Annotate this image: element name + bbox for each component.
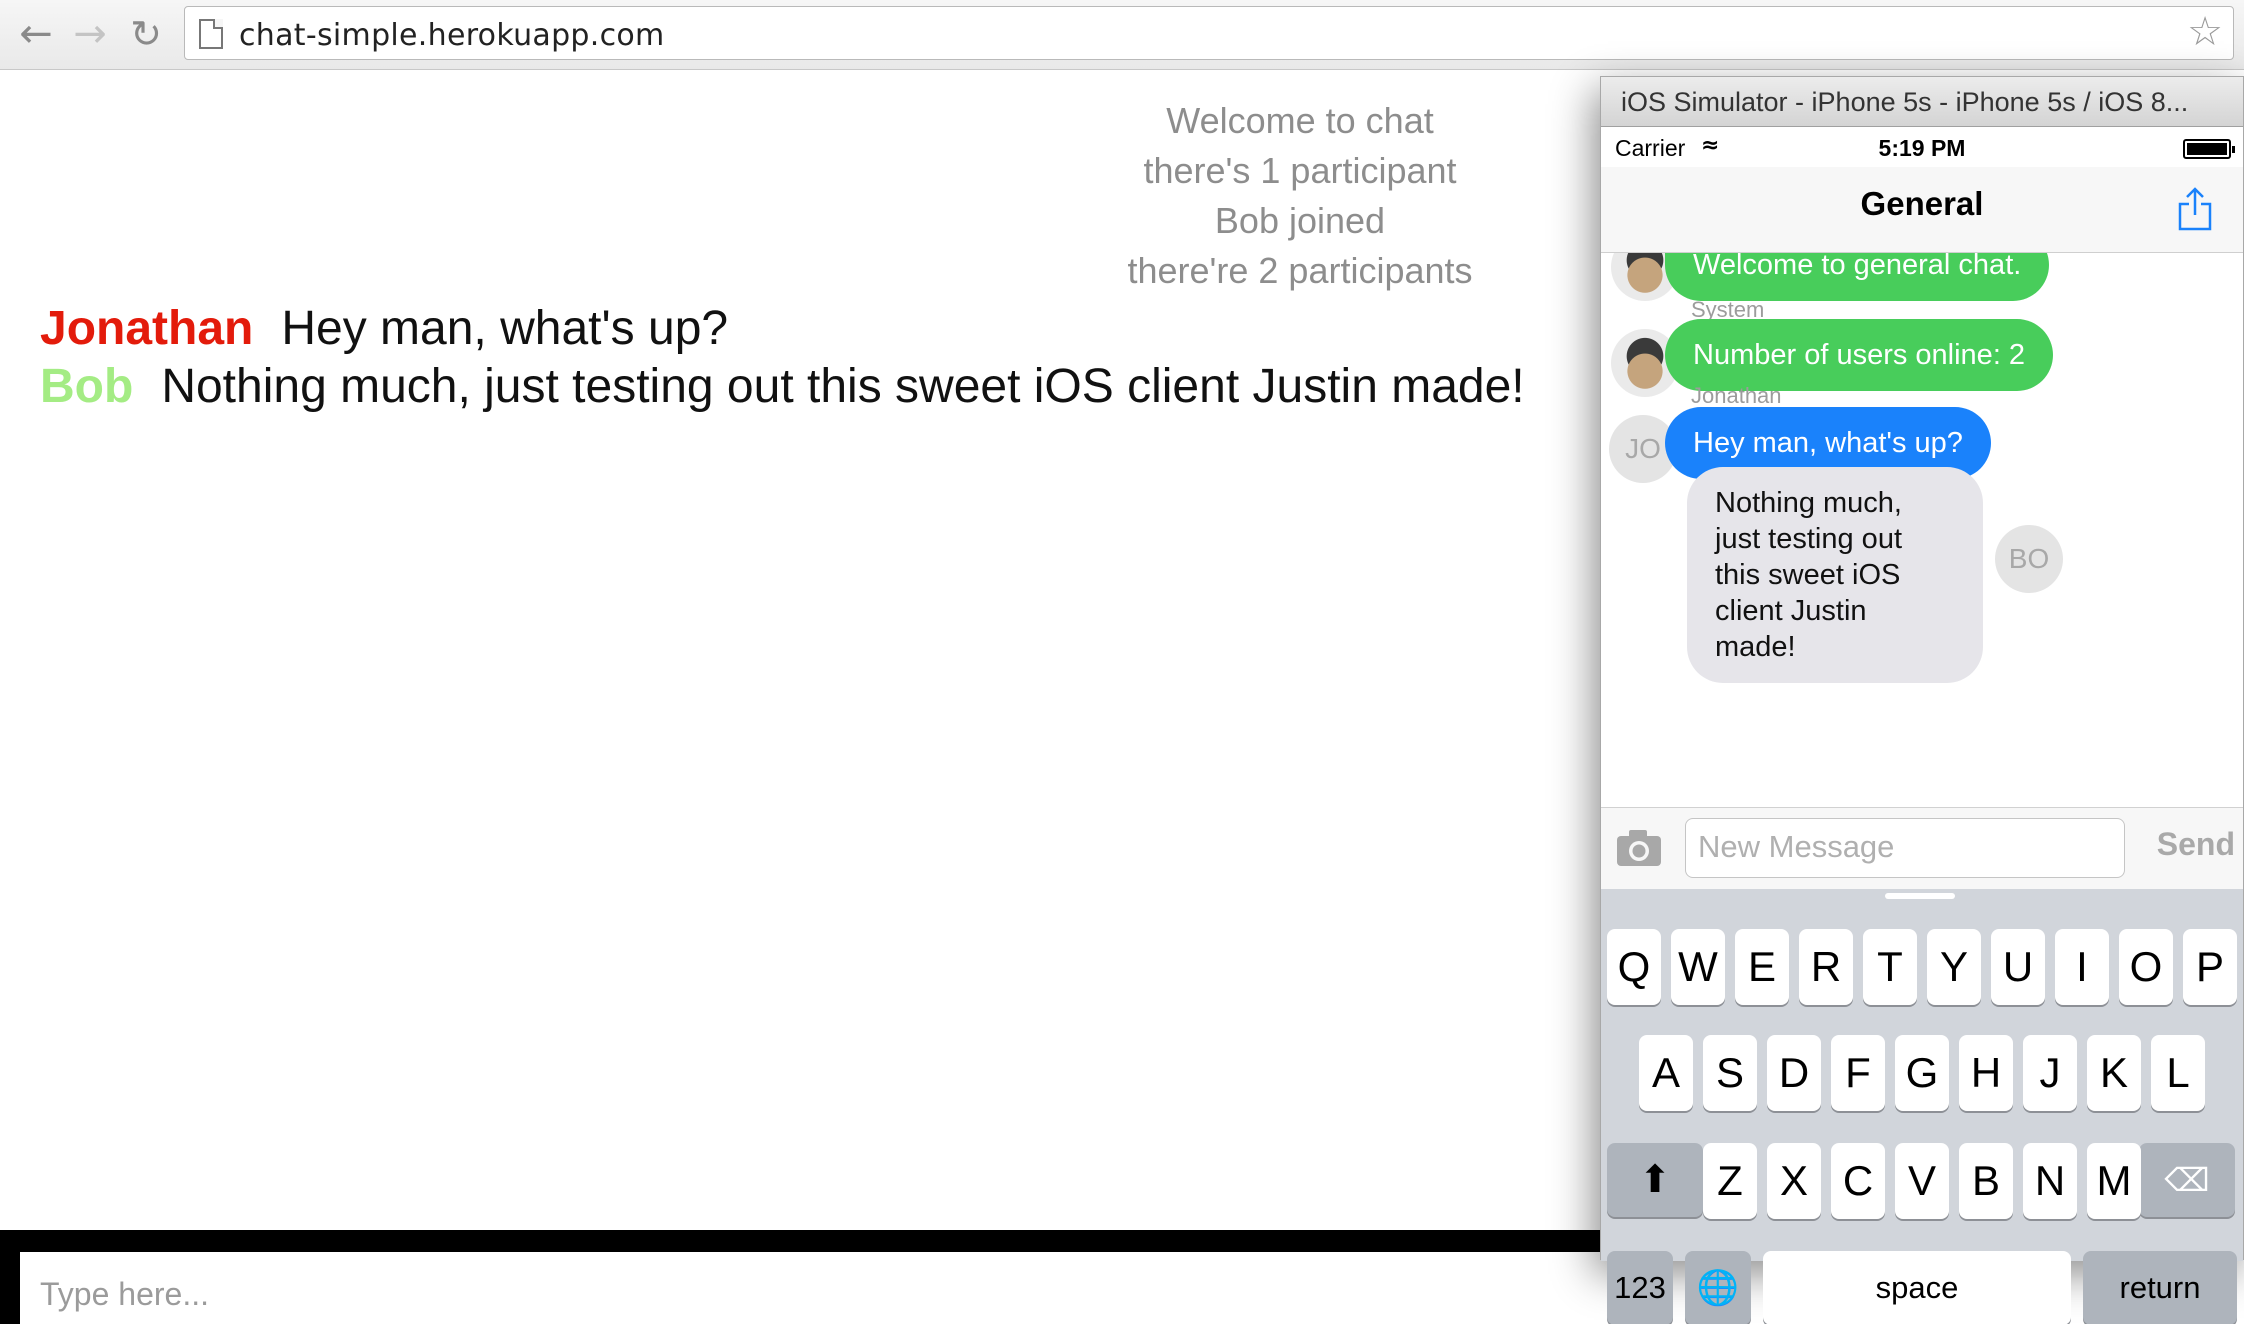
message-author: Bob bbox=[40, 360, 134, 413]
ios-keyboard: ⬆ ⌫ 123 🌐 space return QWERTYUIOP ASDFGHJ… bbox=[1601, 889, 2243, 1324]
key-c[interactable]: C bbox=[1831, 1143, 1885, 1219]
system-notice: there're 2 participants bbox=[1127, 250, 1473, 291]
key-o[interactable]: O bbox=[2119, 929, 2173, 1005]
url-text: chat-simple.herokuapp.com bbox=[239, 18, 665, 53]
message-list[interactable]: Welcome to general chat. System Number o… bbox=[1601, 253, 2243, 807]
send-button[interactable]: Send bbox=[2157, 826, 2235, 863]
system-notice: there's 1 participant bbox=[1143, 150, 1457, 191]
share-icon[interactable] bbox=[2177, 187, 2213, 231]
key-f[interactable]: F bbox=[1831, 1035, 1885, 1111]
simulator-title-bar[interactable]: iOS Simulator - iPhone 5s - iPhone 5s / … bbox=[1601, 77, 2243, 127]
reload-icon[interactable]: ↻ bbox=[122, 10, 170, 58]
key-b[interactable]: B bbox=[1959, 1143, 2013, 1219]
key-r[interactable]: R bbox=[1799, 929, 1853, 1005]
battery-icon bbox=[2183, 139, 2235, 159]
key-w[interactable]: W bbox=[1671, 929, 1725, 1005]
forward-arrow-icon[interactable]: → bbox=[66, 10, 114, 58]
status-time: 5:19 PM bbox=[1878, 135, 1966, 161]
key-t[interactable]: T bbox=[1863, 929, 1917, 1005]
chat-message: Bob Nothing much, just testing out this s… bbox=[40, 358, 1525, 416]
chat-message: Jonathan Hey man, what's up? bbox=[40, 300, 728, 358]
key-q[interactable]: Q bbox=[1607, 929, 1661, 1005]
key-l[interactable]: L bbox=[2151, 1035, 2205, 1111]
shift-key[interactable]: ⬆ bbox=[1607, 1143, 1703, 1217]
key-n[interactable]: N bbox=[2023, 1143, 2077, 1219]
key-m[interactable]: M bbox=[2087, 1143, 2141, 1219]
backspace-key[interactable]: ⌫ bbox=[2139, 1143, 2235, 1217]
key-z[interactable]: Z bbox=[1703, 1143, 1757, 1219]
avatar: BO bbox=[1995, 525, 2063, 593]
key-x[interactable]: X bbox=[1767, 1143, 1821, 1219]
key-h[interactable]: H bbox=[1959, 1035, 2013, 1111]
key-a[interactable]: A bbox=[1639, 1035, 1693, 1111]
space-key[interactable]: space bbox=[1763, 1251, 2071, 1324]
message-bubble[interactable]: Welcome to general chat. bbox=[1665, 253, 2050, 301]
return-key[interactable]: return bbox=[2083, 1251, 2237, 1324]
system-notice: Bob joined bbox=[1214, 200, 1386, 241]
key-u[interactable]: U bbox=[1991, 929, 2045, 1005]
browser-toolbar: ← → ↻ chat-simple.herokuapp.com ☆ bbox=[0, 0, 2244, 70]
address-bar[interactable]: chat-simple.herokuapp.com ☆ bbox=[184, 6, 2234, 60]
system-notices: Welcome to chat there's 1 participant Bo… bbox=[1040, 96, 1560, 296]
key-p[interactable]: P bbox=[2183, 929, 2237, 1005]
key-e[interactable]: E bbox=[1735, 929, 1789, 1005]
key-s[interactable]: S bbox=[1703, 1035, 1757, 1111]
camera-icon[interactable] bbox=[1615, 828, 1663, 868]
system-notice: Welcome to chat bbox=[1166, 100, 1434, 141]
message-input-bar: New Message Send bbox=[1601, 807, 2243, 889]
key-i[interactable]: I bbox=[2055, 929, 2109, 1005]
key-j[interactable]: J bbox=[2023, 1035, 2077, 1111]
ios-status-bar: Carrier ≈ 5:19 PM bbox=[1601, 127, 2243, 167]
key-k[interactable]: K bbox=[2087, 1035, 2141, 1111]
ios-nav-bar: General bbox=[1601, 167, 2243, 253]
new-message-input[interactable]: New Message bbox=[1685, 818, 2125, 878]
message-bubble[interactable]: Nothing much, just testing out this swee… bbox=[1687, 467, 1983, 683]
numbers-key[interactable]: 123 bbox=[1607, 1251, 1673, 1324]
key-y[interactable]: Y bbox=[1927, 929, 1981, 1005]
nav-title: General bbox=[1860, 185, 1984, 222]
page-icon bbox=[199, 19, 223, 49]
message-text: Hey man, what's up? bbox=[281, 302, 729, 355]
key-d[interactable]: D bbox=[1767, 1035, 1821, 1111]
message-bubble[interactable]: Number of users online: 2 bbox=[1665, 319, 2054, 391]
message-text: Nothing much, just testing out this swee… bbox=[161, 360, 1525, 413]
globe-icon[interactable]: 🌐 bbox=[1685, 1251, 1751, 1324]
message-sender: Jonathan bbox=[1691, 383, 1782, 408]
key-v[interactable]: V bbox=[1895, 1143, 1949, 1219]
keyboard-handle bbox=[1885, 893, 1955, 899]
ios-simulator-window: iOS Simulator - iPhone 5s - iPhone 5s / … bbox=[1600, 76, 2244, 1324]
star-icon[interactable]: ☆ bbox=[2187, 9, 2223, 55]
key-g[interactable]: G bbox=[1895, 1035, 1949, 1111]
back-arrow-icon[interactable]: ← bbox=[12, 10, 60, 58]
message-author: Jonathan bbox=[40, 302, 254, 355]
